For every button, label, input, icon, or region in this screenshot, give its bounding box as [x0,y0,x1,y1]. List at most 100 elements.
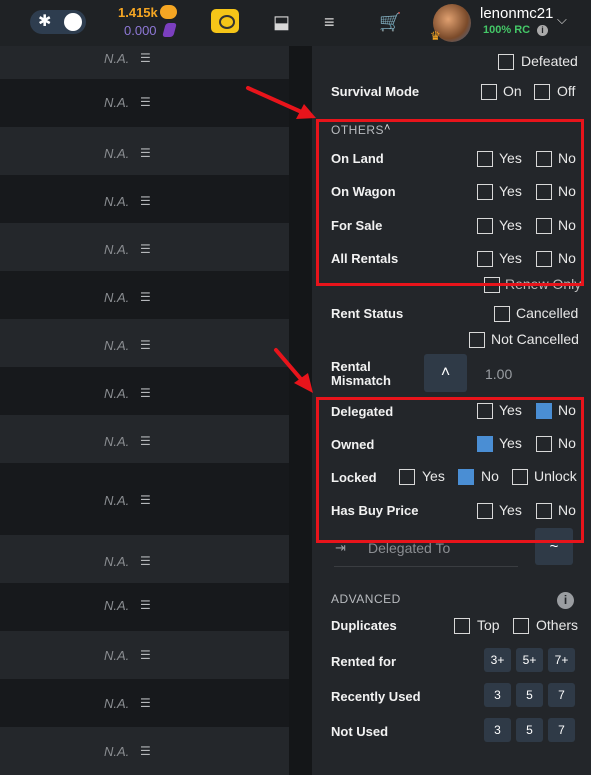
price-value: N.A. [104,95,130,110]
list-icon[interactable]: ☰ [140,51,151,65]
rc-status: 100% RC [483,24,531,36]
table-row[interactable]: N.A. ☰ [0,415,289,463]
recently-used-option[interactable]: 3 [484,683,511,707]
price-value: N.A. [104,194,130,209]
not-used-option[interactable]: 3 [484,718,511,742]
survival-mode-label: Survival Mode [331,84,420,99]
not-used-option[interactable]: 5 [516,718,543,742]
coin-icon [160,5,177,19]
table-row[interactable]: N.A. ☰ [0,631,289,679]
price-value: N.A. [104,696,130,711]
balance-secondary: 0.000 [124,23,157,38]
price-value: N.A. [104,744,130,759]
balance-primary: 1.415k [118,5,158,20]
sun-icon: ✱ [38,13,52,30]
scroll-gutter [289,46,312,775]
table-row[interactable]: N.A. ☰ [0,535,289,583]
price-value: N.A. [104,648,130,663]
table-row[interactable]: N.A. ☰ [0,367,289,415]
table-row[interactable]: N.A. ☰ [0,46,289,79]
annotation-arrow [274,348,313,393]
recently-used-label: Recently Used [331,689,421,704]
table-row[interactable]: N.A. ☰ [0,679,289,727]
recently-used-option[interactable]: 5 [516,683,543,707]
list-icon[interactable]: ☰ [140,554,151,568]
price-value: N.A. [104,434,130,449]
recently-used-option[interactable]: 7 [548,683,575,707]
chevron-down-icon[interactable]: ⌵ [557,12,567,28]
price-value: N.A. [104,51,130,66]
card-table: N.A. ☰ N.A. ☰ N.A. ☰ N.A. ☰ N.A. ☰ N.A. ☰ N.A.… [0,46,289,775]
not-used-option[interactable]: 7 [548,718,575,742]
highlight-box-ownership [316,397,584,543]
price-value: N.A. [104,338,130,353]
table-row[interactable]: N.A. ☰ [0,271,289,319]
list-icon[interactable]: ☰ [140,95,151,109]
rented-for-label: Rented for [331,654,396,669]
list-icon[interactable]: ☰ [140,194,151,208]
theme-toggle[interactable]: ✱ [30,10,86,34]
table-row[interactable]: N.A. ☰ [0,583,289,631]
duplicates-others-checkbox[interactable] [513,618,529,634]
annotation-arrow [246,86,316,119]
rented-for-option[interactable]: 5+ [516,648,543,672]
top-bar: ✱ 1.415k 0.000 ⬓ ≡ 🛒 ♛ lenonmc21 100% RC… [0,0,591,46]
list-icon[interactable]: ☰ [140,338,151,352]
list-icon[interactable]: ☰ [140,648,151,662]
mismatch-direction-button[interactable]: ˄ [424,354,467,392]
list-icon[interactable]: ☰ [140,696,151,710]
rental-mismatch-label-1: Rental [331,359,371,374]
list-icon[interactable]: ☰ [140,242,151,256]
rent-cancelled-checkbox[interactable] [494,306,510,322]
defeated-checkbox[interactable] [498,54,514,70]
list-icon[interactable]: ☰ [140,386,151,400]
table-row[interactable]: N.A. ☰ [0,175,289,223]
username[interactable]: lenonmc21 [480,5,553,22]
duplicates-top-checkbox[interactable] [454,618,470,634]
rent-cancelled-label: Cancelled [516,305,579,321]
info-icon[interactable]: i [557,592,574,609]
list-icon[interactable]: ☰ [140,146,151,160]
list-icon[interactable]: ☰ [140,434,151,448]
duplicates-label: Duplicates [331,618,397,633]
price-value: N.A. [104,554,130,569]
rented-for-option[interactable]: 7+ [548,648,575,672]
list-icon[interactable]: ☰ [140,598,151,612]
toggle-knob [64,13,82,31]
price-value: N.A. [104,146,130,161]
table-row[interactable]: N.A. ☰ [0,127,289,175]
survival-on-label: On [503,83,522,99]
highlight-box-others [316,119,584,286]
price-value: N.A. [104,290,130,305]
list-icon[interactable]: ☰ [140,493,151,507]
price-value: N.A. [104,598,130,613]
info-icon[interactable]: i [537,25,548,36]
list-icon[interactable]: ☰ [140,290,151,304]
table-row[interactable]: N.A. ☰ [0,463,289,535]
survival-off-checkbox[interactable] [534,84,550,100]
layers-icon[interactable]: ≡ [324,12,335,32]
rented-for-option[interactable]: 3+ [484,648,511,672]
cart-icon[interactable]: 🛒 [379,12,401,32]
inbox-icon[interactable]: ⬓ [273,12,290,32]
rental-mismatch-label-2: Mismatch [331,373,391,388]
duplicates-top-label: Top [477,617,500,633]
rent-not-cancelled-checkbox[interactable] [469,332,485,348]
price-value: N.A. [104,493,130,508]
input-underline [334,566,518,567]
rental-mismatch-value[interactable]: 1.00 [485,366,512,382]
defeated-label: Defeated [521,53,578,69]
table-row[interactable]: N.A. ☰ [0,223,289,271]
price-value: N.A. [104,242,130,257]
gem-icon [162,23,177,37]
table-row[interactable]: N.A. ☰ [0,319,289,367]
survival-off-label: Off [557,83,576,99]
advanced-section-title: ADVANCED [331,592,401,606]
price-value: N.A. [104,386,130,401]
chat-icon[interactable] [211,9,239,33]
duplicates-others-label: Others [536,617,579,633]
rent-status-label: Rent Status [331,306,404,321]
table-row[interactable]: N.A. ☰ [0,727,289,775]
survival-on-checkbox[interactable] [481,84,497,100]
list-icon[interactable]: ☰ [140,744,151,758]
